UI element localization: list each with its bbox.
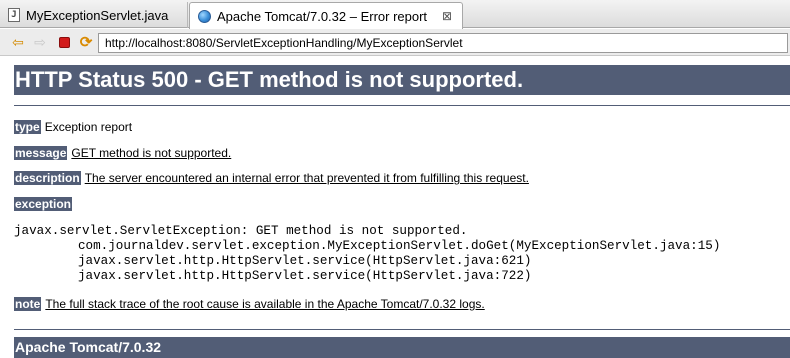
stack-line: com.journaldev.servlet.exception.MyExcep… bbox=[78, 239, 721, 253]
description-value: The server encountered an internal error… bbox=[84, 171, 529, 185]
tab-myexceptionservlet-java[interactable]: J MyExceptionServlet.java bbox=[0, 2, 188, 28]
divider bbox=[14, 329, 790, 330]
stack-line: javax.servlet.http.HttpServlet.service(H… bbox=[78, 254, 532, 268]
tab-label: Apache Tomcat/7.0.32 – Error report bbox=[217, 8, 428, 24]
forward-arrow-icon[interactable]: ⇨ bbox=[32, 35, 48, 49]
description-row: description The server encountered an int… bbox=[14, 171, 529, 186]
tab-bar: J MyExceptionServlet.java Apache Tomcat/… bbox=[0, 0, 790, 29]
page-content: HTTP Status 500 - GET method is not supp… bbox=[0, 57, 790, 358]
close-icon[interactable]: ⊠ bbox=[440, 9, 454, 23]
stack-trace: javax.servlet.ServletException: GET meth… bbox=[14, 224, 720, 284]
stop-icon[interactable] bbox=[56, 35, 72, 49]
stack-line: javax.servlet.http.HttpServlet.service(H… bbox=[78, 269, 532, 283]
note-row: note The full stack trace of the root cau… bbox=[14, 297, 485, 312]
globe-icon bbox=[198, 9, 211, 23]
type-row: type Exception report bbox=[14, 120, 132, 135]
tab-error-report[interactable]: Apache Tomcat/7.0.32 – Error report ⊠ bbox=[189, 2, 463, 29]
stack-line: javax.servlet.ServletException: GET meth… bbox=[14, 224, 468, 238]
server-footer: Apache Tomcat/7.0.32 bbox=[14, 337, 790, 358]
url-input[interactable] bbox=[98, 33, 788, 53]
tab-label: MyExceptionServlet.java bbox=[26, 7, 169, 23]
description-label: description bbox=[14, 171, 81, 185]
exception-label: exception bbox=[14, 197, 73, 211]
message-row: message GET method is not supported. bbox=[14, 146, 231, 161]
message-value: GET method is not supported. bbox=[71, 146, 232, 160]
back-arrow-icon[interactable]: ⇦ bbox=[10, 35, 26, 49]
page-title: HTTP Status 500 - GET method is not supp… bbox=[14, 65, 790, 95]
divider bbox=[14, 105, 790, 106]
message-label: message bbox=[14, 146, 68, 160]
note-label: note bbox=[14, 297, 42, 311]
exception-row: exception bbox=[14, 197, 73, 212]
type-label: type bbox=[14, 120, 41, 134]
browser-toolbar: ⇦ ⇨ ⟳ bbox=[0, 29, 790, 56]
java-file-icon: J bbox=[8, 8, 20, 22]
refresh-icon[interactable]: ⟳ bbox=[78, 35, 94, 50]
note-value: The full stack trace of the root cause i… bbox=[45, 297, 485, 311]
type-value: Exception report bbox=[44, 120, 133, 134]
